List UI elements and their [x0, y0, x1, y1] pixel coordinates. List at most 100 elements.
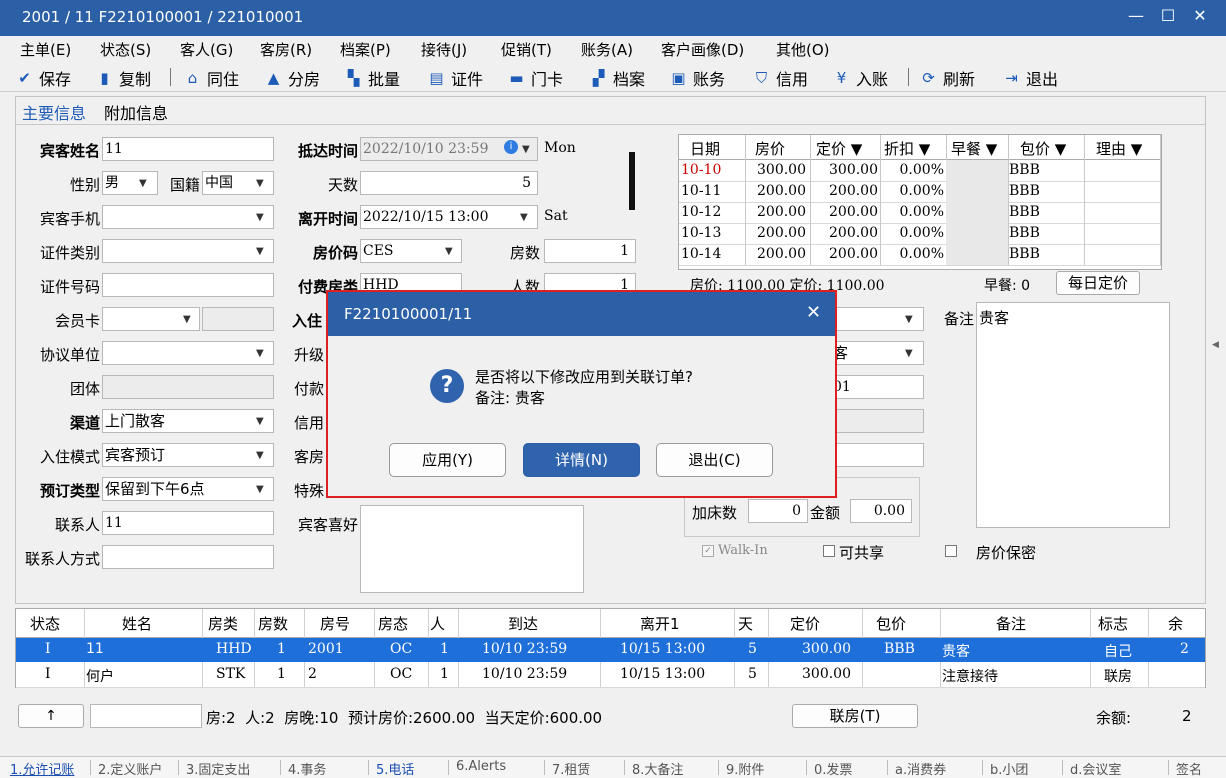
remark-textarea[interactable]: 贵客	[976, 302, 1170, 528]
table-cell[interactable]: 自己	[1104, 641, 1132, 661]
tab-extra-info[interactable]: 附加信息	[104, 100, 168, 124]
table-cell[interactable]: 5	[748, 666, 757, 682]
rate-cell[interactable]: BBB	[1009, 204, 1040, 220]
rate-cell[interactable]: 300.00	[829, 162, 878, 178]
table-column-header[interactable]: 包价	[876, 613, 906, 634]
menu-room[interactable]: 客房(R)	[260, 39, 312, 60]
chevron-down-icon[interactable]: ▼	[256, 416, 264, 427]
rate-cell[interactable]: 200.00	[829, 183, 878, 199]
table-column-header[interactable]: 姓名	[122, 613, 152, 634]
table-column-header[interactable]: 人	[430, 613, 445, 634]
status-tab[interactable]: 9.附件	[726, 759, 764, 778]
table-cell[interactable]: 1	[277, 641, 286, 657]
rate-cell[interactable]: BBB	[1009, 183, 1040, 199]
rate-cell[interactable]: 0.00%	[900, 246, 944, 262]
batch-button[interactable]: ▚ 批量	[345, 66, 400, 90]
chevron-down-icon[interactable]: ▼	[183, 314, 191, 325]
rate-col-breakfast[interactable]: 早餐 ▼	[951, 138, 997, 159]
status-tab[interactable]: 6.Alerts	[456, 759, 506, 774]
menu-reception[interactable]: 接待(J)	[421, 39, 467, 60]
move-up-button[interactable]: ↑	[18, 704, 84, 728]
chevron-down-icon[interactable]: ▼	[139, 178, 147, 189]
details-button[interactable]: 详情(N)	[523, 443, 640, 477]
rate-cell[interactable]: 0.00%	[900, 183, 944, 199]
table-cell[interactable]: 10/10 23:59	[482, 641, 567, 657]
table-cell[interactable]: 10/10 23:59	[482, 666, 567, 682]
table-column-header[interactable]: 房类	[208, 613, 238, 634]
rate-cell[interactable]: BBB	[1009, 225, 1040, 241]
file-button[interactable]: ▞ 档案	[590, 66, 645, 90]
rate-cell[interactable]: 10-14	[681, 246, 721, 262]
collapse-arrow-icon[interactable]: ◀	[1212, 340, 1219, 350]
table-cell[interactable]: 10/15 13:00	[620, 666, 705, 682]
guest-name-field[interactable]: 11	[102, 137, 274, 161]
table-cell[interactable]: BBB	[884, 641, 915, 657]
room-card-button[interactable]: ▬ 门卡	[508, 66, 563, 90]
maximize-icon[interactable]: ☐	[1156, 6, 1180, 28]
table-cell[interactable]: 何户	[86, 666, 114, 686]
table-column-header[interactable]: 状态	[30, 613, 60, 634]
table-cell[interactable]: 1	[440, 666, 449, 682]
rate-cell[interactable]: 300.00	[757, 162, 806, 178]
info-icon[interactable]: i	[504, 140, 518, 154]
chevron-down-icon[interactable]: ▼	[445, 246, 453, 257]
rate-cell[interactable]: 200.00	[829, 246, 878, 262]
apply-button[interactable]: 应用(Y)	[389, 443, 506, 477]
menu-customer-profile[interactable]: 客户画像(D)	[661, 39, 744, 60]
status-tab[interactable]: a.消费券	[895, 759, 946, 778]
status-tab[interactable]: 签名	[1176, 759, 1202, 778]
status-tab[interactable]: 1.允许记账	[10, 759, 74, 778]
status-tab[interactable]: 7.租赁	[552, 759, 590, 778]
account-button[interactable]: ▣ 账务	[670, 66, 725, 90]
rate-cell[interactable]: 10-13	[681, 225, 721, 241]
contact-method-field[interactable]	[102, 545, 274, 569]
table-column-header[interactable]: 天	[738, 613, 753, 634]
split-button[interactable]: ▲ 分房	[265, 66, 320, 90]
rate-cell[interactable]: 10-11	[681, 183, 721, 199]
rate-cell[interactable]: 200.00	[829, 204, 878, 220]
menu-promotion[interactable]: 促销(T)	[501, 39, 552, 60]
table-column-header[interactable]: 标志	[1098, 613, 1128, 634]
status-tab[interactable]: 4.事务	[288, 759, 326, 778]
preference-textarea[interactable]	[360, 505, 584, 593]
table-column-header[interactable]: 离开1	[640, 613, 680, 634]
rate-confidential-checkbox[interactable]	[945, 545, 957, 557]
table-column-header[interactable]: 定价	[790, 613, 820, 634]
footer-search-field[interactable]	[90, 704, 202, 728]
rate-col-price[interactable]: 房价	[755, 138, 785, 159]
table-cell[interactable]: 2001	[308, 641, 344, 657]
checkin-mode-select[interactable]: 宾客预订	[102, 443, 274, 467]
menu-status[interactable]: 状态(S)	[100, 39, 151, 60]
table-cell[interactable]: I	[45, 666, 51, 682]
dialog-close-icon[interactable]: ✕	[806, 302, 821, 323]
dialog-exit-button[interactable]: 退出(C)	[656, 443, 773, 477]
share-button[interactable]: ⌂ 同住	[184, 66, 239, 90]
table-cell[interactable]: OC	[390, 641, 412, 657]
rate-cell[interactable]: 200.00	[757, 246, 806, 262]
rate-cell[interactable]: 0.00%	[900, 204, 944, 220]
table-cell[interactable]: 11	[86, 641, 104, 657]
gender-select[interactable]: 男	[102, 171, 158, 195]
table-row-selected[interactable]	[16, 638, 1205, 662]
chevron-down-icon[interactable]: ▼	[905, 348, 913, 359]
chevron-down-icon[interactable]: ▼	[256, 450, 264, 461]
menu-profile[interactable]: 档案(P)	[340, 39, 391, 60]
table-cell[interactable]: 2	[1180, 641, 1189, 657]
daily-rate-button[interactable]: 每日定价	[1056, 271, 1140, 295]
table-cell[interactable]: 1	[277, 666, 286, 682]
rate-cell[interactable]: BBB	[1009, 246, 1040, 262]
credit-button[interactable]: ⛉ 信用	[753, 66, 808, 90]
rate-cell[interactable]: 200.00	[757, 225, 806, 241]
rate-cell[interactable]: 200.00	[757, 183, 806, 199]
copy-button[interactable]: ▮ 复制	[96, 66, 151, 90]
chevron-down-icon[interactable]: ▼	[522, 144, 530, 155]
rate-col-date[interactable]: 日期	[690, 138, 720, 159]
departure-field[interactable]: 2022/10/15 13:00	[360, 205, 538, 229]
rate-cell[interactable]: BBB	[1009, 162, 1040, 178]
menu-main[interactable]: 主单(E)	[20, 39, 71, 60]
chevron-down-icon[interactable]: ▼	[256, 178, 264, 189]
save-button[interactable]: ✔ 保存	[16, 66, 71, 90]
table-cell[interactable]: 1	[440, 641, 449, 657]
chevron-down-icon[interactable]: ▼	[256, 484, 264, 495]
status-tab[interactable]: 0.发票	[814, 759, 852, 778]
